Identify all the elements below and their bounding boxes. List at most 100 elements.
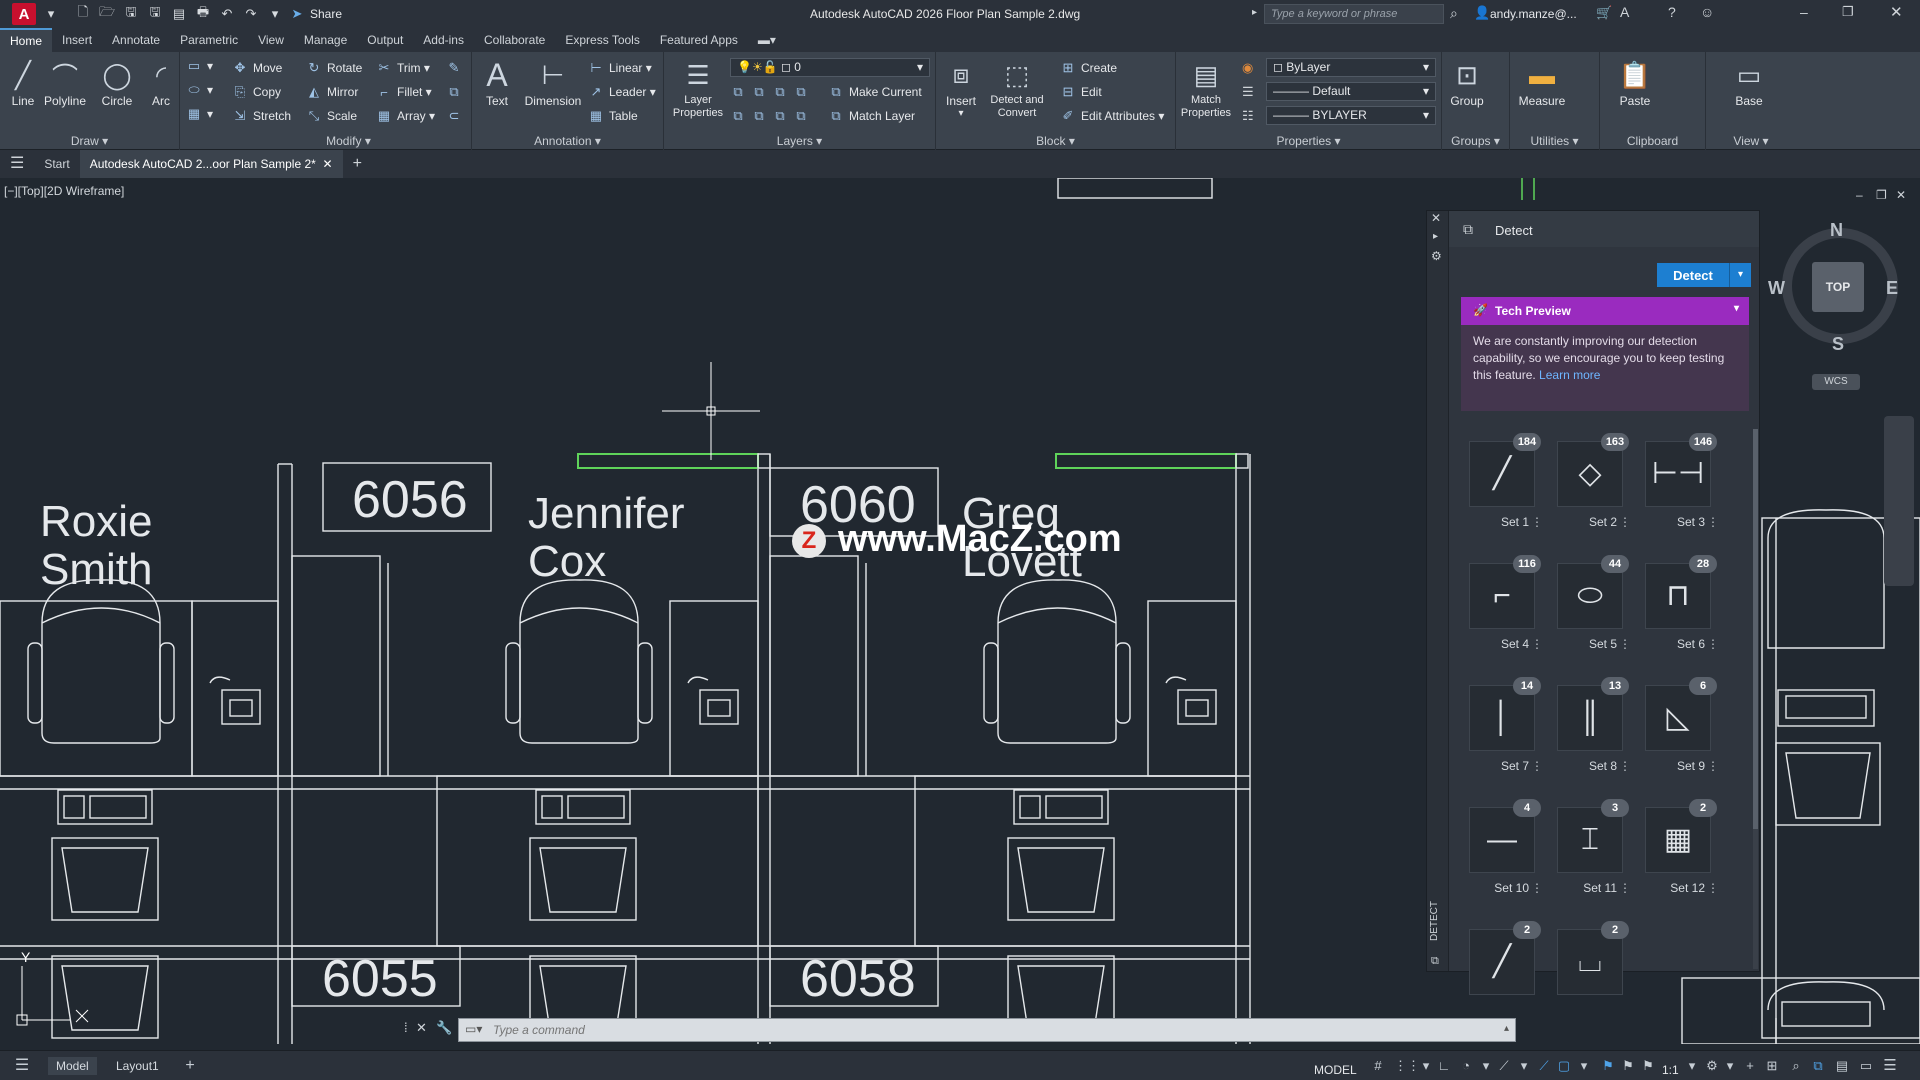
viewport-minimize-icon[interactable]: – <box>1856 188 1863 202</box>
stretch-button[interactable]: ⇲ Stretch <box>232 106 291 126</box>
model-tab[interactable]: Model <box>48 1057 97 1075</box>
detected-set-3[interactable]: ⊢⊣ 146 Set 3 ⋮ <box>1639 433 1719 537</box>
autocad-logo-icon[interactable]: A <box>12 3 36 25</box>
customize-dropdown-icon[interactable]: ▾ <box>266 6 284 22</box>
units-icon[interactable]: ⊞ <box>1764 1058 1780 1074</box>
tab-parametric[interactable]: Parametric <box>170 28 248 52</box>
draw-panel-title[interactable]: Draw ▾ <box>0 134 179 148</box>
set-more-icon[interactable]: ⋮ <box>1707 515 1719 529</box>
wcs-menu[interactable]: WCS <box>1812 374 1860 390</box>
object-snap-icon[interactable]: ▢ <box>1556 1058 1572 1074</box>
command-grip-icon[interactable]: ⁞ <box>404 1020 408 1035</box>
drawing-tab[interactable]: Autodesk AutoCAD 2...oor Plan Sample 2* … <box>79 150 343 178</box>
navigation-bar[interactable] <box>1884 416 1914 586</box>
save-icon[interactable]: 🖫 <box>122 4 140 22</box>
hatch-icon[interactable]: ⬭ ▾ <box>186 80 213 100</box>
tab-output[interactable]: Output <box>357 28 413 52</box>
detected-set-11[interactable]: ⌶ 3 Set 11 ⋮ <box>1551 799 1631 903</box>
polyline-button[interactable]: ⌒ Polyline <box>42 58 88 109</box>
match-layer-button[interactable]: ⧉ Match Layer <box>828 106 915 126</box>
plot-icon[interactable]: 🖶 <box>194 4 212 22</box>
command-input[interactable] <box>493 1022 1393 1038</box>
layer-tools-row-2[interactable]: ⧉ ⧉ ⧉ ⧉ <box>730 106 814 126</box>
tab-manage[interactable]: Manage <box>294 28 357 52</box>
lineweight-dropdown[interactable]: ——— Default ▾ <box>1266 82 1436 101</box>
close-tab-icon[interactable]: ✕ <box>323 157 333 171</box>
palette-scrollbar-thumb[interactable] <box>1753 429 1758 829</box>
rotate-button[interactable]: ↻ Rotate <box>306 58 363 78</box>
palette-detect-icon[interactable]: ⧉ <box>1431 955 1439 968</box>
detected-set-8[interactable]: ║ 13 Set 8 ⋮ <box>1551 677 1631 781</box>
help-icon[interactable]: ? <box>1668 4 1676 20</box>
properties-panel-title[interactable]: Properties ▾ <box>1176 134 1441 148</box>
workspace-gear-icon[interactable]: ⚙ <box>1704 1058 1720 1074</box>
create-block-button[interactable]: ⊞ Create <box>1060 58 1117 78</box>
command-expand-icon[interactable]: ▴ <box>1504 1023 1509 1034</box>
close-window-icon[interactable]: ✕ <box>1890 3 1903 21</box>
arc-button[interactable]: ◜ Arc <box>138 58 184 109</box>
customization-menu-icon[interactable]: ☰ <box>1882 1058 1898 1074</box>
share-icon[interactable]: ➤ <box>288 6 306 22</box>
restore-icon[interactable]: ❐ <box>1842 4 1854 20</box>
search-icon[interactable]: ⌕ <box>1450 5 1458 22</box>
ortho-icon[interactable]: ∟ <box>1436 1058 1452 1074</box>
object-snap-dropdown-icon[interactable]: ▾ <box>1576 1058 1592 1074</box>
insert-button[interactable]: ⧈ Insert ▾ <box>938 58 984 119</box>
rectangle-icon[interactable]: ▭ ▾ <box>186 56 213 76</box>
set-more-icon[interactable]: ⋮ <box>1707 637 1719 651</box>
set-more-icon[interactable]: ⋮ <box>1619 759 1631 773</box>
edit-block-button[interactable]: ⊟ Edit <box>1060 82 1102 102</box>
clean-screen-icon[interactable]: ▭ <box>1858 1058 1874 1074</box>
layers-panel-title[interactable]: Layers ▾ <box>664 134 935 148</box>
command-line[interactable]: ▭▾ ▴ <box>458 1018 1516 1042</box>
start-tab[interactable]: Start <box>34 150 79 178</box>
trim-button[interactable]: ✂ Trim ▾ <box>376 58 430 78</box>
boundary-icon[interactable]: ▦ ▾ <box>186 104 213 124</box>
auto-scale-icon[interactable]: ⚑ <box>1620 1058 1636 1074</box>
erase-icon[interactable]: ✎ <box>446 58 467 78</box>
file-menu-icon[interactable]: ☰ <box>0 150 34 178</box>
color-dropdown[interactable]: ◻ ByLayer ▾ <box>1266 58 1436 77</box>
base-button[interactable]: ▭ Base <box>1726 58 1772 109</box>
search-input[interactable]: Type a keyword or phrase <box>1264 4 1444 24</box>
viewport-close-icon[interactable]: ✕ <box>1896 188 1906 202</box>
learn-more-link[interactable]: Learn more <box>1539 368 1600 382</box>
layer-dropdown[interactable]: 💡☀🔓 ◻ 0 ▾ <box>730 58 930 77</box>
linetype-dropdown[interactable]: ——— BYLAYER ▾ <box>1266 106 1436 125</box>
detected-set-9[interactable]: ◺ 6 Set 9 ⋮ <box>1639 677 1719 781</box>
isodraft-icon[interactable]: ⟋ <box>1496 1058 1512 1074</box>
ribbon-toggle-icon[interactable]: ▬▾ <box>748 28 786 52</box>
annotation-scale-icon[interactable]: ⚑ <box>1640 1058 1656 1074</box>
annotation-scale-value[interactable]: 1:1 <box>1662 1063 1679 1077</box>
edit-attributes-button[interactable]: ✐ Edit Attributes ▾ <box>1060 106 1165 126</box>
set-more-icon[interactable]: ⋮ <box>1707 759 1719 773</box>
layer-properties-button[interactable]: ☰ Layer Properties <box>670 58 726 120</box>
isodraft-dropdown-icon[interactable]: ▾ <box>1516 1058 1532 1074</box>
set-more-icon[interactable]: ⋮ <box>1531 637 1543 651</box>
detect-convert-button[interactable]: ⬚ Detect and Convert <box>986 58 1048 120</box>
model-space-toggle[interactable]: MODEL <box>1314 1063 1357 1077</box>
make-current-button[interactable]: ⧉ Make Current <box>828 82 921 102</box>
mirror-button[interactable]: ◭ Mirror <box>306 82 358 102</box>
tab-home[interactable]: Home <box>0 28 53 52</box>
snap-icon[interactable]: ⋮⋮ <box>1394 1058 1420 1074</box>
linear-button[interactable]: ⊢ Linear ▾ <box>588 58 651 78</box>
isolate-objects-icon[interactable]: ▤ <box>1834 1058 1850 1074</box>
user-icon[interactable]: 👤 <box>1474 5 1490 21</box>
web-mobile-icon[interactable]: ▤ <box>170 6 188 22</box>
clipboard-panel-title[interactable]: Clipboard <box>1600 134 1705 148</box>
quick-properties-icon[interactable]: ⌕ <box>1788 1058 1804 1074</box>
set-more-icon[interactable]: ⋮ <box>1619 637 1631 651</box>
palette-close-icon[interactable]: ✕ <box>1431 211 1441 225</box>
detected-set-1[interactable]: ╱ 184 Set 1 ⋮ <box>1463 433 1543 537</box>
snap-dropdown-icon[interactable]: ▾ <box>1418 1058 1434 1074</box>
annotation-monitor-icon[interactable]: + <box>1742 1058 1758 1074</box>
utilities-panel-title[interactable]: Utilities ▾ <box>1510 134 1599 148</box>
set-more-icon[interactable]: ⋮ <box>1531 759 1543 773</box>
new-file-icon[interactable]: 🗋 <box>74 4 92 22</box>
tab-annotate[interactable]: Annotate <box>102 28 170 52</box>
circle-button[interactable]: ◯ Circle <box>94 58 140 109</box>
user-name[interactable]: andy.manze@... <box>1490 7 1577 21</box>
minimize-icon[interactable]: – <box>1800 4 1808 20</box>
open-folder-icon[interactable]: 🗁 <box>98 4 116 22</box>
